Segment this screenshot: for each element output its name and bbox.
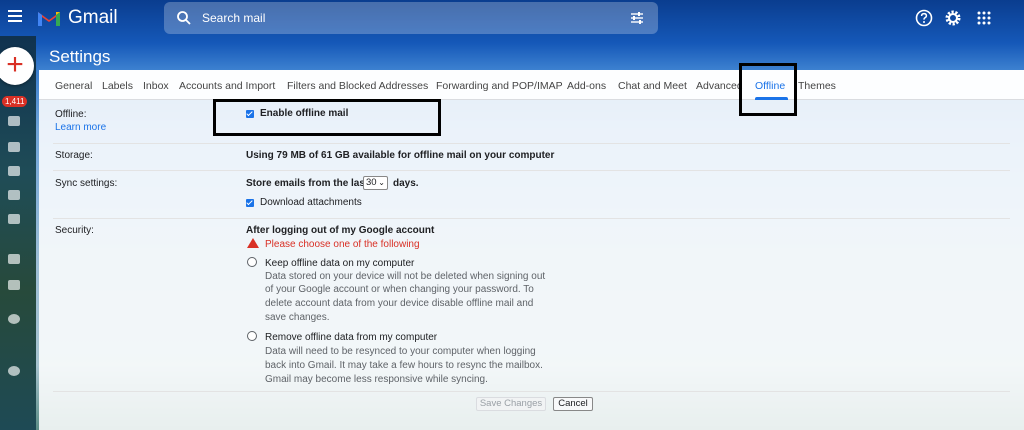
row-divider xyxy=(53,143,1010,144)
remove-offline-data-radio[interactable] xyxy=(247,331,257,341)
download-attachments-label[interactable]: Download attachments xyxy=(260,197,362,208)
search-icon[interactable] xyxy=(176,10,192,26)
offline-label: Offline: xyxy=(55,109,87,120)
apps-icon[interactable] xyxy=(975,9,993,27)
storage-text: Using 79 MB of 61 GB available for offli… xyxy=(246,150,555,161)
download-attachments-checkbox[interactable] xyxy=(246,199,254,207)
cancel-button[interactable]: Cancel xyxy=(553,397,593,411)
app-brand[interactable]: Gmail xyxy=(68,7,118,29)
search-input[interactable]: Search mail xyxy=(202,11,265,25)
keep-offline-data-radio[interactable] xyxy=(247,257,257,267)
gear-icon[interactable] xyxy=(944,9,962,27)
search-bar[interactable]: Search mail xyxy=(164,2,658,34)
security-warning: Please choose one of the following xyxy=(265,239,420,250)
top-bar: Gmail Search mail xyxy=(0,0,1024,36)
sync-days-select[interactable]: 30 ⌄ xyxy=(363,176,388,190)
enable-offline-highlight-box xyxy=(213,99,441,136)
remove-offline-desc: Data will need to be resynced to your co… xyxy=(265,346,536,357)
sync-settings-label: Sync settings: xyxy=(55,178,118,189)
remove-offline-desc: back into Gmail. It may take a few hours… xyxy=(265,360,543,371)
tab-labels[interactable]: Labels xyxy=(102,80,133,92)
sync-days-value: 30 xyxy=(366,177,377,188)
tune-icon[interactable] xyxy=(630,11,644,25)
settings-tabs: General Labels Inbox Accounts and Import… xyxy=(39,70,1024,100)
save-changes-button[interactable]: Save Changes xyxy=(476,397,546,411)
keep-offline-data-label[interactable]: Keep offline data on my computer xyxy=(265,258,414,269)
security-label: Security: xyxy=(55,225,94,236)
keep-offline-desc: save changes. xyxy=(265,312,330,323)
tab-chat-and-meet[interactable]: Chat and Meet xyxy=(618,80,687,92)
sent-icon[interactable] xyxy=(8,190,20,200)
snoozed-icon[interactable] xyxy=(8,166,20,176)
settings-panel: General Labels Inbox Accounts and Import… xyxy=(39,70,1024,430)
storage-label: Storage: xyxy=(55,150,93,161)
chat-icon[interactable] xyxy=(8,314,20,324)
learn-more-link[interactable]: Learn more xyxy=(55,122,106,133)
keep-offline-desc: of your Google account or when changing … xyxy=(265,284,534,295)
plus-icon: + xyxy=(6,48,24,81)
starred-icon[interactable] xyxy=(8,142,20,152)
page-title: Settings xyxy=(49,47,111,66)
tab-add-ons[interactable]: Add-ons xyxy=(567,80,606,92)
keep-offline-desc: delete account data from your device dis… xyxy=(265,298,534,309)
gmail-logo-icon[interactable] xyxy=(36,8,62,28)
offline-tab-highlight-box xyxy=(739,63,797,116)
tab-inbox[interactable]: Inbox xyxy=(143,80,169,92)
drafts-icon[interactable] xyxy=(8,214,20,224)
remove-offline-data-label[interactable]: Remove offline data from my computer xyxy=(265,332,437,343)
chevron-down-icon: ⌄ xyxy=(378,178,385,187)
store-emails-prefix: Store emails from the last xyxy=(246,178,369,189)
store-emails-suffix: days. xyxy=(393,178,419,189)
tab-forwarding-and-pop-imap[interactable]: Forwarding and POP/IMAP xyxy=(436,80,563,92)
tab-accounts-and-import[interactable]: Accounts and Import xyxy=(179,80,275,92)
menu-icon[interactable] xyxy=(8,10,22,22)
tab-advanced[interactable]: Advanced xyxy=(696,80,743,92)
help-icon[interactable] xyxy=(915,9,933,27)
keep-offline-desc: Data stored on your device will not be d… xyxy=(265,271,546,282)
tab-general[interactable]: General xyxy=(55,80,92,92)
avatar[interactable] xyxy=(8,366,20,376)
tab-filters-and-blocked-addresses[interactable]: Filters and Blocked Addresses xyxy=(287,80,428,92)
unread-count-badge: 1,411 xyxy=(2,96,28,107)
meet-icon[interactable] xyxy=(8,254,20,264)
security-heading: After logging out of my Google account xyxy=(246,225,435,236)
row-divider xyxy=(53,170,1010,171)
warning-icon xyxy=(247,238,259,248)
inbox-icon[interactable] xyxy=(8,116,20,126)
row-divider xyxy=(53,391,1010,392)
tab-themes[interactable]: Themes xyxy=(798,80,836,92)
keyboard-icon[interactable] xyxy=(8,280,20,290)
row-divider xyxy=(53,218,1010,219)
remove-offline-desc: Gmail may become less responsive while s… xyxy=(265,374,488,385)
